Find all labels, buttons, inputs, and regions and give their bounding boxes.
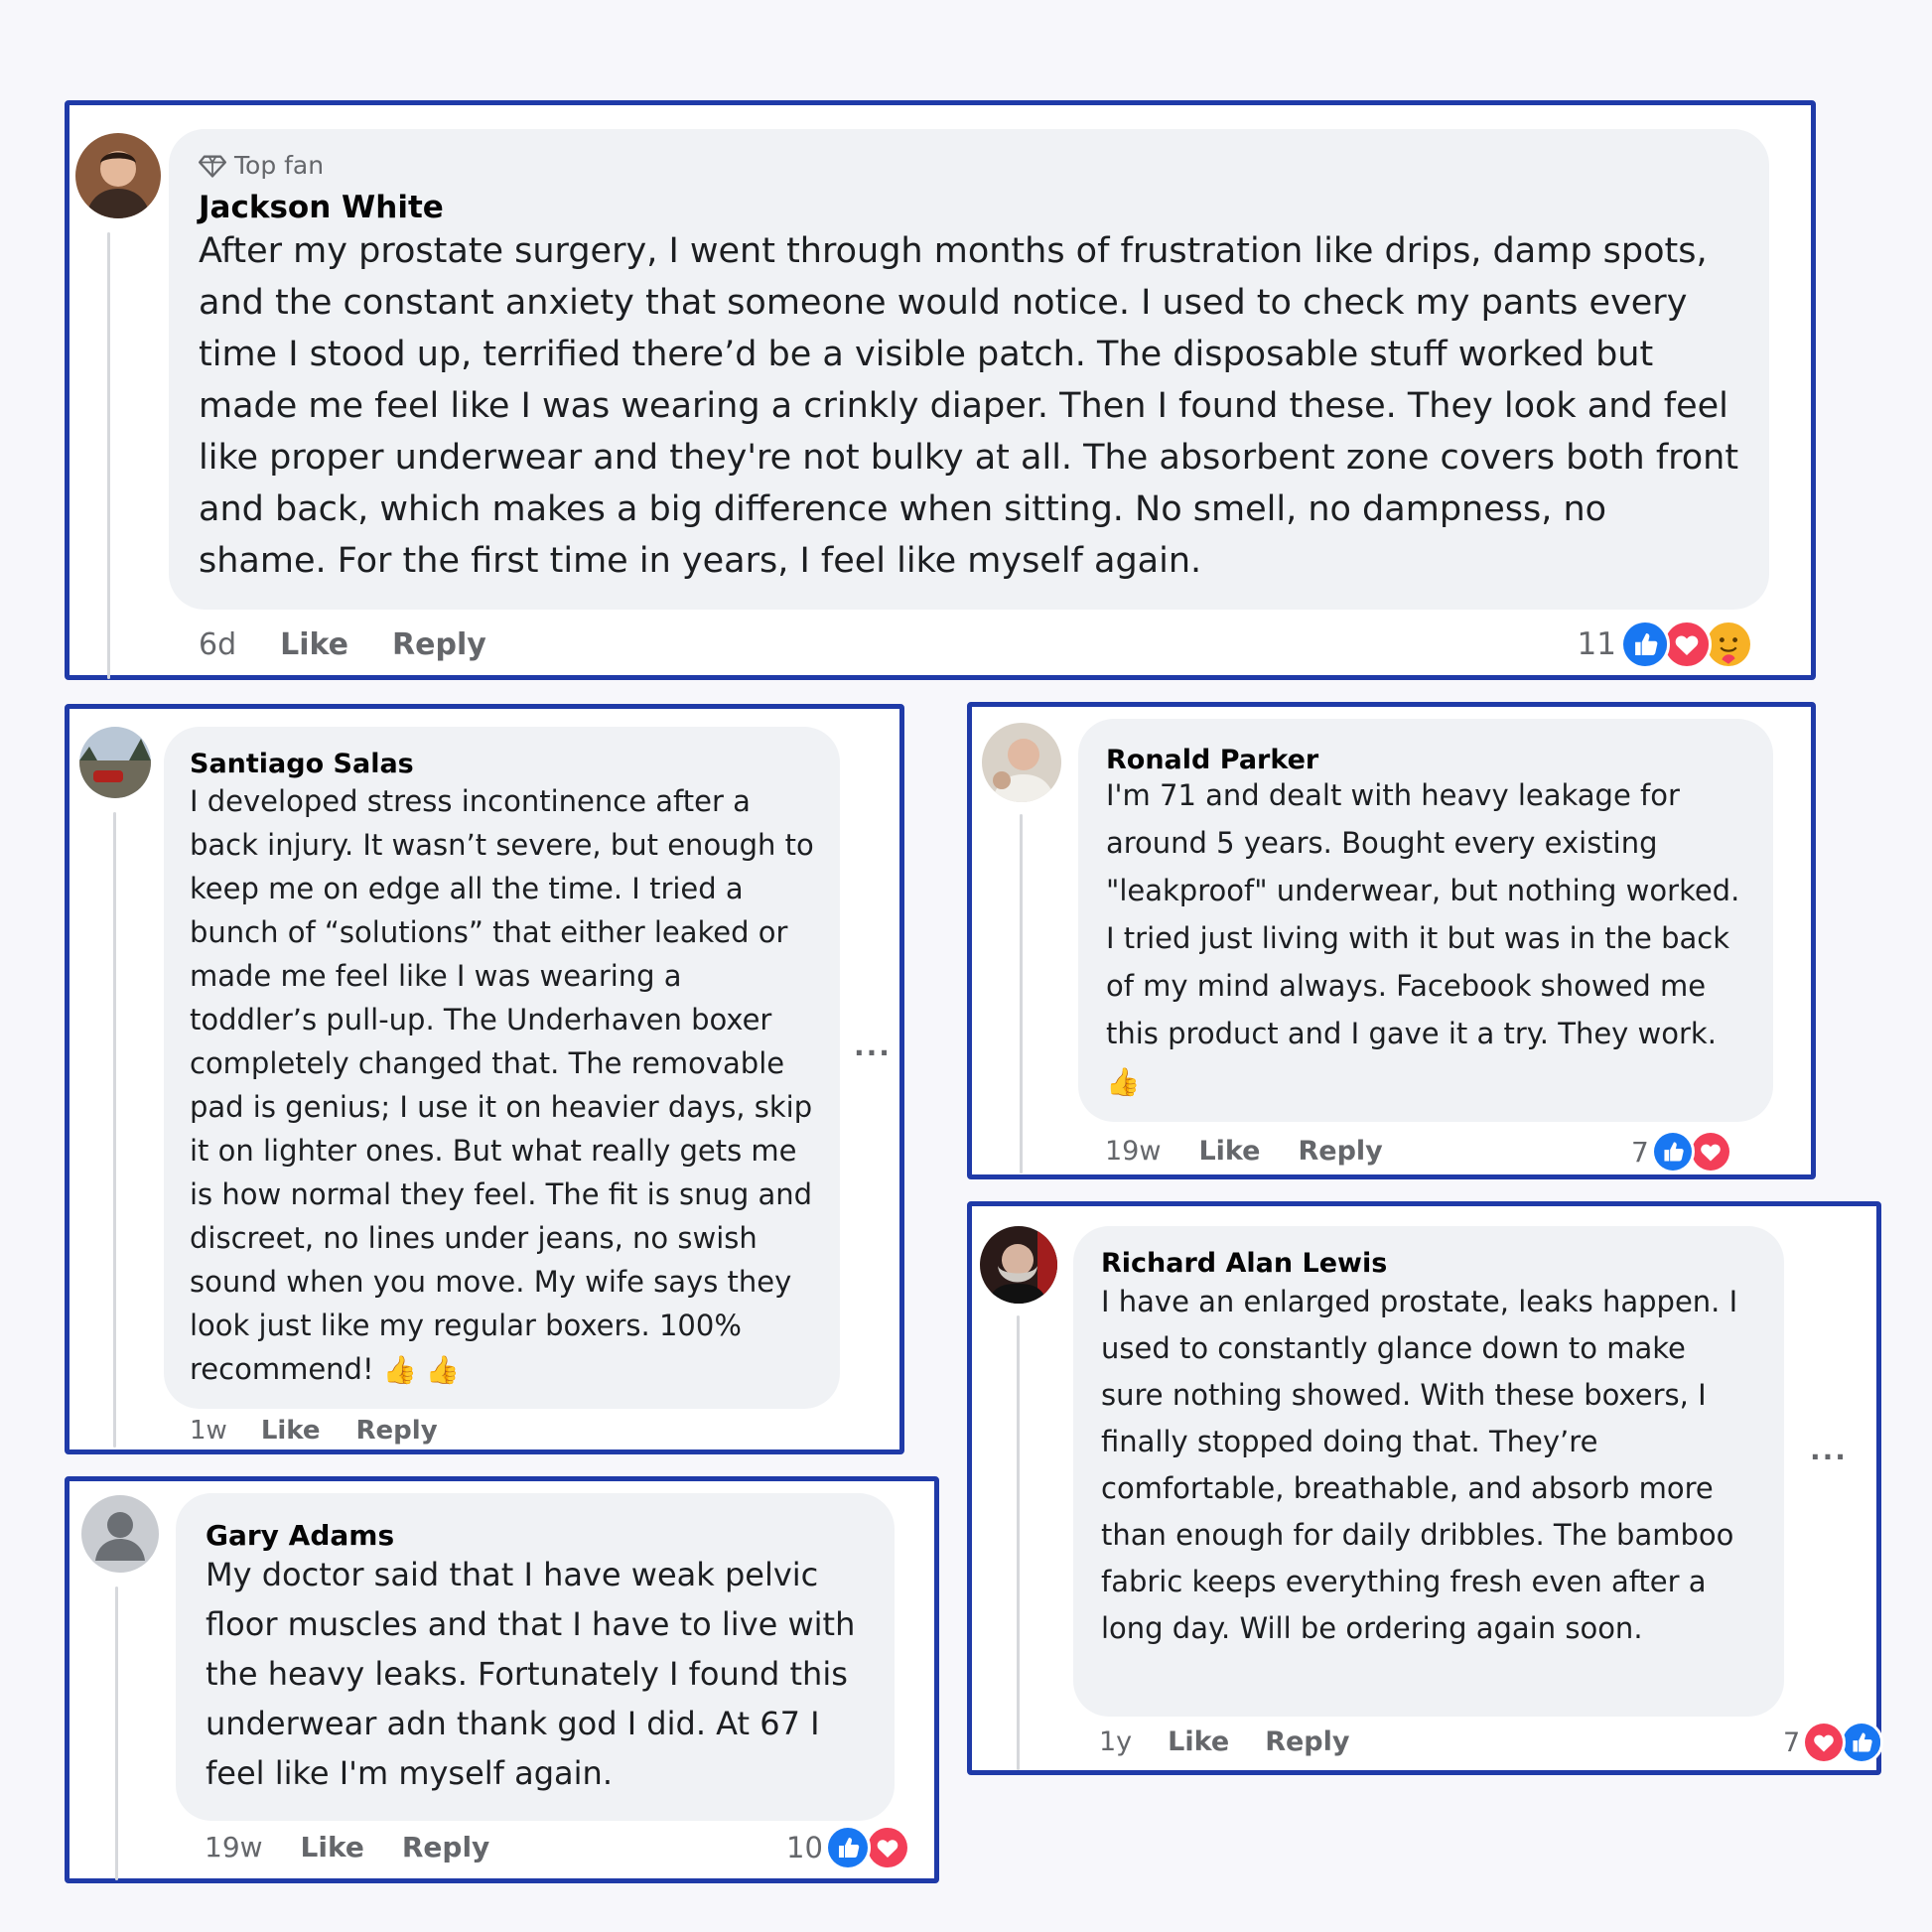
thread-line bbox=[113, 812, 116, 1448]
like-button[interactable]: Like bbox=[301, 1831, 364, 1863]
reaction-count: 7 bbox=[1783, 1726, 1801, 1758]
comment-bubble: Ronald Parker I'm 71 and dealt with heav… bbox=[1078, 719, 1773, 1122]
comment-time[interactable]: 19w bbox=[1105, 1136, 1161, 1167]
commenter-name[interactable]: Richard Alan Lewis bbox=[1101, 1248, 1756, 1279]
like-icon bbox=[1620, 620, 1670, 669]
reaction-count: 7 bbox=[1631, 1135, 1649, 1169]
like-button[interactable]: Like bbox=[1168, 1726, 1229, 1757]
commenter-name[interactable]: Jackson White bbox=[199, 190, 1739, 225]
comment-card-ronald: Ronald Parker I'm 71 and dealt with heav… bbox=[967, 702, 1816, 1179]
comment-time[interactable]: 19w bbox=[205, 1831, 263, 1863]
comment-card-richard: Richard Alan Lewis I have an enlarged pr… bbox=[967, 1201, 1884, 1775]
reaction-count: 11 bbox=[1577, 626, 1616, 662]
reaction-summary[interactable]: 10 bbox=[786, 1825, 910, 1870]
comment-time[interactable]: 6d bbox=[199, 627, 236, 662]
comment-card-jackson: Top fan Jackson White After my prostate … bbox=[65, 100, 1816, 680]
reply-button[interactable]: Reply bbox=[1265, 1726, 1349, 1757]
thread-line bbox=[115, 1587, 118, 1880]
comment-bubble: Gary Adams My doctor said that I have we… bbox=[176, 1493, 895, 1821]
comment-text: I developed stress incontinence after a … bbox=[190, 784, 814, 1386]
comment-text: I have an enlarged prostate, leaks happe… bbox=[1101, 1285, 1738, 1645]
thread-line bbox=[1020, 814, 1023, 1173]
comment-card-santiago: Santiago Salas I developed stress incont… bbox=[65, 704, 904, 1454]
like-button[interactable]: Like bbox=[1198, 1136, 1260, 1167]
more-options-button[interactable]: ··· bbox=[854, 1036, 892, 1069]
reaction-summary[interactable]: 7 bbox=[1631, 1130, 1732, 1173]
reply-button[interactable]: Reply bbox=[402, 1831, 489, 1863]
comment-text: After my prostate surgery, I went throug… bbox=[199, 231, 1739, 581]
comment-bubble: Top fan Jackson White After my prostate … bbox=[169, 129, 1769, 610]
like-button[interactable]: Like bbox=[261, 1416, 321, 1446]
like-icon bbox=[1650, 1130, 1695, 1173]
avatar[interactable] bbox=[980, 1226, 1057, 1304]
comment-text: My doctor said that I have weak pelvic f… bbox=[206, 1556, 856, 1792]
comment-actions: 6d Like Reply bbox=[199, 627, 486, 662]
comment-text: I'm 71 and dealt with heavy leakage for … bbox=[1106, 778, 1740, 1098]
avatar[interactable] bbox=[81, 1495, 159, 1573]
thread-line bbox=[107, 232, 110, 679]
love-icon bbox=[1688, 1130, 1732, 1173]
avatar[interactable] bbox=[982, 723, 1061, 802]
love-icon bbox=[864, 1825, 910, 1870]
like-icon bbox=[824, 1825, 871, 1870]
reaction-summary[interactable]: 7 bbox=[1783, 1721, 1884, 1764]
reaction-count: 10 bbox=[786, 1831, 823, 1864]
comment-actions: 1y Like Reply bbox=[1099, 1726, 1349, 1757]
top-fan-badge: Top fan bbox=[199, 151, 1739, 180]
comment-time[interactable]: 1y bbox=[1099, 1726, 1132, 1757]
diamond-icon bbox=[199, 152, 226, 180]
avatar[interactable] bbox=[75, 133, 161, 218]
thumbs-up-emoji: 👍 👍 bbox=[382, 1354, 461, 1386]
comment-actions: 1w Like Reply bbox=[190, 1416, 438, 1446]
love-icon bbox=[1802, 1721, 1847, 1764]
more-options-button[interactable]: ··· bbox=[1810, 1441, 1848, 1473]
comment-time[interactable]: 1w bbox=[190, 1416, 227, 1446]
reply-button[interactable]: Reply bbox=[392, 627, 486, 662]
comment-bubble: Richard Alan Lewis I have an enlarged pr… bbox=[1073, 1226, 1784, 1717]
commenter-name[interactable]: Gary Adams bbox=[206, 1519, 865, 1552]
comment-actions: 19w Like Reply bbox=[205, 1831, 489, 1863]
avatar[interactable] bbox=[79, 727, 151, 798]
like-icon bbox=[1840, 1721, 1884, 1764]
comment-bubble: Santiago Salas I developed stress incont… bbox=[164, 727, 840, 1409]
reply-button[interactable]: Reply bbox=[1298, 1136, 1382, 1167]
reaction-summary[interactable]: 11 bbox=[1578, 620, 1753, 669]
reply-button[interactable]: Reply bbox=[356, 1416, 438, 1446]
like-button[interactable]: Like bbox=[280, 627, 348, 662]
thumbs-up-emoji: 👍 bbox=[1106, 1066, 1141, 1098]
thread-line bbox=[1017, 1315, 1020, 1770]
commenter-name[interactable]: Santiago Salas bbox=[190, 749, 814, 779]
comment-card-gary: Gary Adams My doctor said that I have we… bbox=[65, 1476, 939, 1883]
comment-actions: 19w Like Reply bbox=[1105, 1136, 1383, 1167]
